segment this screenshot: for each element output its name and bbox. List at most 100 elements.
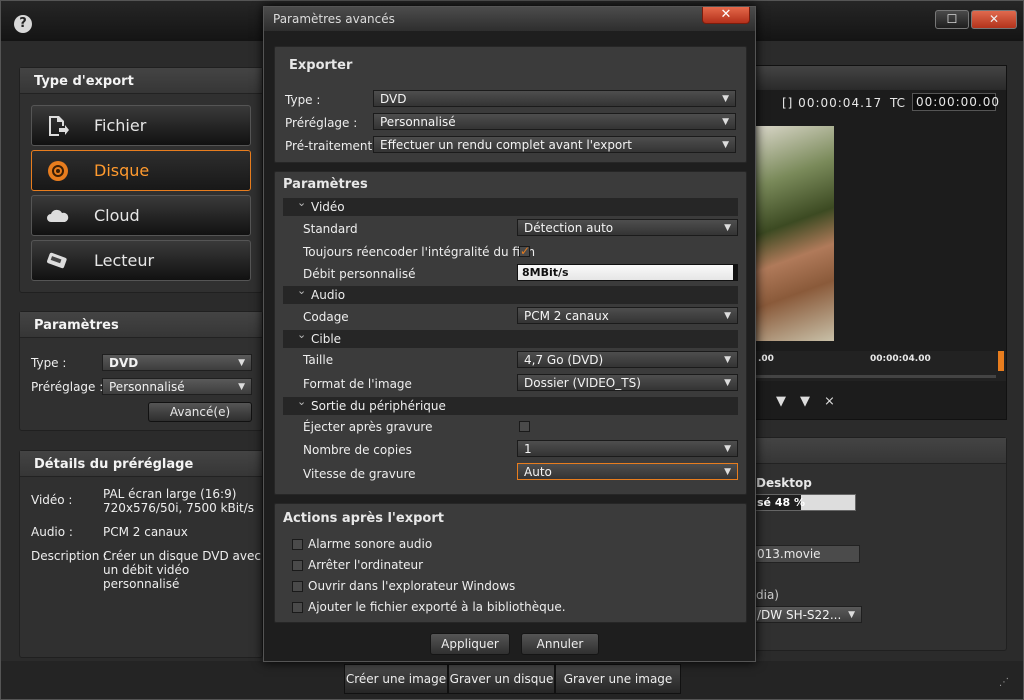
- parameters-panel: Paramètres Type : DVD ▼ Préréglage : Pers…: [19, 311, 263, 431]
- maximize-button[interactable]: ☐: [935, 10, 969, 29]
- open-explorer-label: Ouvrir dans l'explorateur Windows: [308, 579, 516, 593]
- audio-value: PCM 2 canaux: [103, 525, 188, 539]
- file-export-icon: [49, 116, 69, 136]
- help-icon[interactable]: ?: [14, 15, 32, 33]
- device-group-title: Sortie du périphérique: [311, 399, 446, 413]
- chevron-down-icon: ▼: [848, 610, 855, 620]
- exporter-type-label: Type :: [285, 93, 321, 107]
- ruler-label-2: 00:00:04.00: [870, 354, 931, 364]
- size-value: 4,7 Go (DVD): [524, 353, 604, 367]
- audio-group-title: Audio: [311, 288, 346, 302]
- timeline-ruler[interactable]: .00 00:00:04.00: [756, 351, 1006, 381]
- exporter-type-value: DVD: [380, 92, 407, 106]
- preset-dropdown[interactable]: Personnalisé ▼: [102, 378, 252, 395]
- export-type-title: Type d'export: [20, 68, 262, 94]
- export-disc-label: Disque: [94, 161, 150, 180]
- clear-marks-icon[interactable]: ⨯: [824, 394, 835, 409]
- audio-label: Audio :: [31, 525, 73, 539]
- codec-dropdown[interactable]: PCM 2 canaux ▼: [517, 307, 738, 324]
- codec-value: PCM 2 canaux: [524, 309, 609, 323]
- advanced-button[interactable]: Avancé(e): [148, 402, 252, 422]
- shutdown-checkbox[interactable]: [292, 560, 303, 571]
- chevron-down-icon: ▼: [722, 117, 729, 127]
- burn-speed-dropdown[interactable]: Auto ▼: [517, 463, 738, 480]
- device-group-header[interactable]: Sortie du périphérique: [283, 395, 738, 415]
- reencode-label: Toujours réencoder l'intégralité du film: [303, 245, 536, 259]
- post-export-actions-section: Actions après l'export Alarme sonore aud…: [274, 503, 747, 623]
- export-device-button[interactable]: Lecteur: [31, 240, 251, 281]
- copies-value: 1: [524, 442, 532, 456]
- scrub-bar[interactable]: [756, 375, 996, 378]
- drive-value: /DW SH-S22...: [757, 608, 842, 622]
- settings-title: Paramètres: [283, 177, 368, 192]
- reencode-checkbox[interactable]: ✓: [519, 245, 530, 257]
- bitrate-slider[interactable]: 8MBit/s: [517, 264, 738, 281]
- export-file-label: Fichier: [94, 116, 147, 135]
- size-dropdown[interactable]: 4,7 Go (DVD) ▼: [517, 351, 738, 368]
- exporter-preset-dropdown[interactable]: Personnalisé ▼: [373, 113, 736, 130]
- burn-disc-button[interactable]: Graver un disque: [448, 664, 555, 694]
- video-value-1: PAL écran large (16:9): [103, 487, 237, 501]
- chevron-down-icon: ▼: [724, 223, 731, 233]
- copies-dropdown[interactable]: 1 ▼: [517, 440, 738, 457]
- export-file-button[interactable]: Fichier: [31, 105, 251, 146]
- playhead-handle[interactable]: [998, 351, 1004, 371]
- type-dropdown[interactable]: DVD ▼: [102, 354, 252, 371]
- mark-in-icon[interactable]: ▼: [776, 394, 786, 409]
- tc-value[interactable]: 00:00:00.00: [912, 93, 999, 111]
- preset-value: Personnalisé: [109, 380, 185, 394]
- open-explorer-checkbox[interactable]: [292, 581, 303, 592]
- preview-header: [754, 66, 1006, 90]
- cancel-button[interactable]: Annuler: [521, 633, 599, 655]
- preset-details-title: Détails du préréglage: [20, 451, 262, 477]
- preprocessing-dropdown[interactable]: Effectuer un rendu complet avant l'expor…: [373, 136, 736, 153]
- standard-dropdown[interactable]: Détection auto ▼: [517, 219, 738, 236]
- target-group-header[interactable]: Cible: [283, 328, 738, 348]
- burn-image-button[interactable]: Graver une image: [555, 664, 681, 694]
- chevron-down-icon: ▼: [724, 444, 731, 454]
- shutdown-label: Arrêter l'ordinateur: [308, 558, 424, 572]
- close-button[interactable]: ✕: [971, 10, 1017, 29]
- burn-speed-label: Vitesse de gravure: [303, 467, 416, 481]
- output-desktop-label: Desktop: [756, 476, 812, 490]
- chevron-down-icon: ▼: [722, 140, 729, 150]
- export-cloud-button[interactable]: Cloud: [31, 195, 251, 236]
- video-group-header[interactable]: Vidéo: [283, 196, 738, 216]
- apply-button[interactable]: Appliquer: [430, 633, 510, 655]
- chevron-down-icon: ▼: [724, 311, 731, 321]
- codec-label: Codage: [303, 310, 349, 324]
- add-to-library-checkbox[interactable]: [292, 602, 303, 613]
- preset-details-panel: Détails du préréglage Vidéo : PAL écran …: [19, 450, 263, 658]
- description-label: Description :: [31, 549, 108, 563]
- drive-dropdown[interactable]: /DW SH-S22... ▼: [750, 606, 862, 623]
- exporter-section: Exporter Type : DVD ▼ Préréglage : Person…: [274, 46, 747, 163]
- image-format-dropdown[interactable]: Dossier (VIDEO_TS) ▼: [517, 374, 738, 391]
- slider-handle[interactable]: [733, 265, 737, 280]
- tc-label: TC: [890, 96, 906, 110]
- audio-group-header[interactable]: Audio: [283, 284, 738, 304]
- output-header: [754, 438, 1006, 464]
- resize-grip-icon[interactable]: ⋰: [999, 677, 1009, 688]
- eject-checkbox[interactable]: [519, 421, 530, 432]
- bitrate-value: 8MBit/s: [522, 266, 569, 279]
- create-image-button[interactable]: Créer une image: [344, 664, 448, 694]
- type-value: DVD: [109, 356, 139, 370]
- mark-out-icon[interactable]: ▼: [800, 394, 810, 409]
- filename-field[interactable]: 013.movie: [750, 545, 860, 563]
- chevron-down-icon: ▼: [722, 94, 729, 104]
- dialog-close-button[interactable]: ✕: [702, 7, 750, 24]
- type-label: Type :: [31, 356, 67, 370]
- export-disc-button[interactable]: Disque: [31, 150, 251, 191]
- bitrate-label: Débit personnalisé: [303, 267, 416, 281]
- image-format-value: Dossier (VIDEO_TS): [524, 376, 641, 390]
- exporter-type-dropdown[interactable]: DVD ▼: [373, 90, 736, 107]
- preset-label: Préréglage :: [31, 380, 104, 394]
- actions-title: Actions après l'export: [283, 511, 444, 526]
- dialog-title: Paramètres avancés: [264, 7, 755, 31]
- copies-label: Nombre de copies: [303, 443, 412, 457]
- target-group-title: Cible: [311, 332, 342, 346]
- video-preview-image: [756, 126, 834, 341]
- sound-alarm-checkbox[interactable]: [292, 539, 303, 550]
- timecode-display: [] 00:00:04.17: [782, 96, 883, 110]
- exporter-preset-label: Préréglage :: [285, 116, 358, 130]
